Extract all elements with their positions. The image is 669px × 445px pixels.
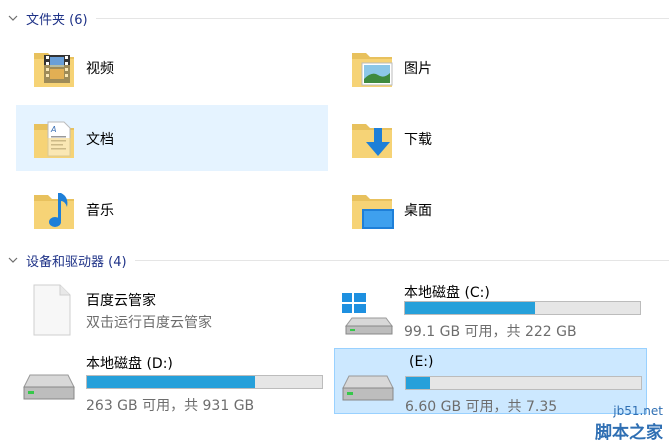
folder-tile-pictures[interactable]: 图片 xyxy=(334,34,646,100)
downloads-folder-icon xyxy=(352,124,392,158)
folder-label: 音乐 xyxy=(86,203,114,219)
drive-usage-fill xyxy=(406,377,430,389)
drive-usage-fill xyxy=(87,376,256,388)
desktop-folder-icon xyxy=(352,195,394,229)
device-tile-baidu[interactable]: 百度云管家 双击运行百度云管家 xyxy=(16,278,328,342)
folder-label: 文档 xyxy=(86,132,114,148)
drive-title: 本地磁盘 (C:) xyxy=(404,285,490,301)
music-folder-icon xyxy=(34,193,74,229)
folder-tile-music[interactable]: 音乐 xyxy=(16,176,328,242)
windows-drive-icon xyxy=(342,293,393,335)
drive-usage-bar xyxy=(404,301,641,315)
folder-label: 桌面 xyxy=(404,203,432,219)
folder-tile-downloads[interactable]: 下载 xyxy=(334,105,646,171)
watermark-name: 脚本之家 xyxy=(595,423,663,443)
drive-title: 本地磁盘 (D:) xyxy=(86,356,173,372)
devices-group-title: 设备和驱动器 (4) xyxy=(26,254,127,270)
device-tile-d-drive[interactable]: 本地磁盘 (D:) 263 GB 可用，共 931 GB xyxy=(16,347,328,414)
chevron-down-icon[interactable] xyxy=(8,255,18,265)
device-tile-c-drive[interactable]: 本地磁盘 (C:) 99.1 GB 可用，共 222 GB xyxy=(334,278,646,342)
folder-tile-videos[interactable]: 视频 xyxy=(16,34,328,100)
drive-usage-fill xyxy=(405,302,536,314)
devices-group-header[interactable]: 设备和驱动器 (4) xyxy=(0,250,669,270)
drive-usage-bar xyxy=(405,376,642,390)
drive-title: 百度云管家 xyxy=(86,293,156,309)
drive-subtitle: 263 GB 可用，共 931 GB xyxy=(86,398,255,414)
watermark-url: jb51.net xyxy=(613,404,663,418)
video-folder-icon xyxy=(34,53,74,87)
hard-drive-icon xyxy=(342,375,394,401)
group-divider xyxy=(95,17,669,19)
folders-group-header[interactable]: 文件夹 (6) xyxy=(0,8,669,28)
folders-group-title: 文件夹 (6) xyxy=(26,12,88,28)
folder-tile-documents[interactable]: A 文档 xyxy=(16,105,328,171)
watermark: jb51.net 脚本之家 xyxy=(595,404,663,443)
drive-subtitle: 双击运行百度云管家 xyxy=(86,315,212,331)
drive-subtitle: 99.1 GB 可用，共 222 GB xyxy=(404,324,577,340)
hard-drive-icon xyxy=(23,374,75,400)
app-file-icon xyxy=(33,284,71,336)
chevron-down-icon[interactable] xyxy=(8,13,18,23)
drive-usage-bar xyxy=(86,375,323,389)
folder-label: 图片 xyxy=(404,61,432,77)
documents-folder-icon: A xyxy=(34,121,74,158)
folder-label: 下载 xyxy=(404,132,432,148)
folder-label: 视频 xyxy=(86,61,114,77)
drive-title: (E:) xyxy=(409,354,434,370)
group-divider xyxy=(134,259,669,261)
drive-subtitle: 6.60 GB 可用，共 7.35 xyxy=(405,399,558,415)
folder-tile-desktop[interactable]: 桌面 xyxy=(334,176,646,242)
svg-text:A: A xyxy=(50,125,56,134)
pictures-folder-icon xyxy=(352,53,393,87)
